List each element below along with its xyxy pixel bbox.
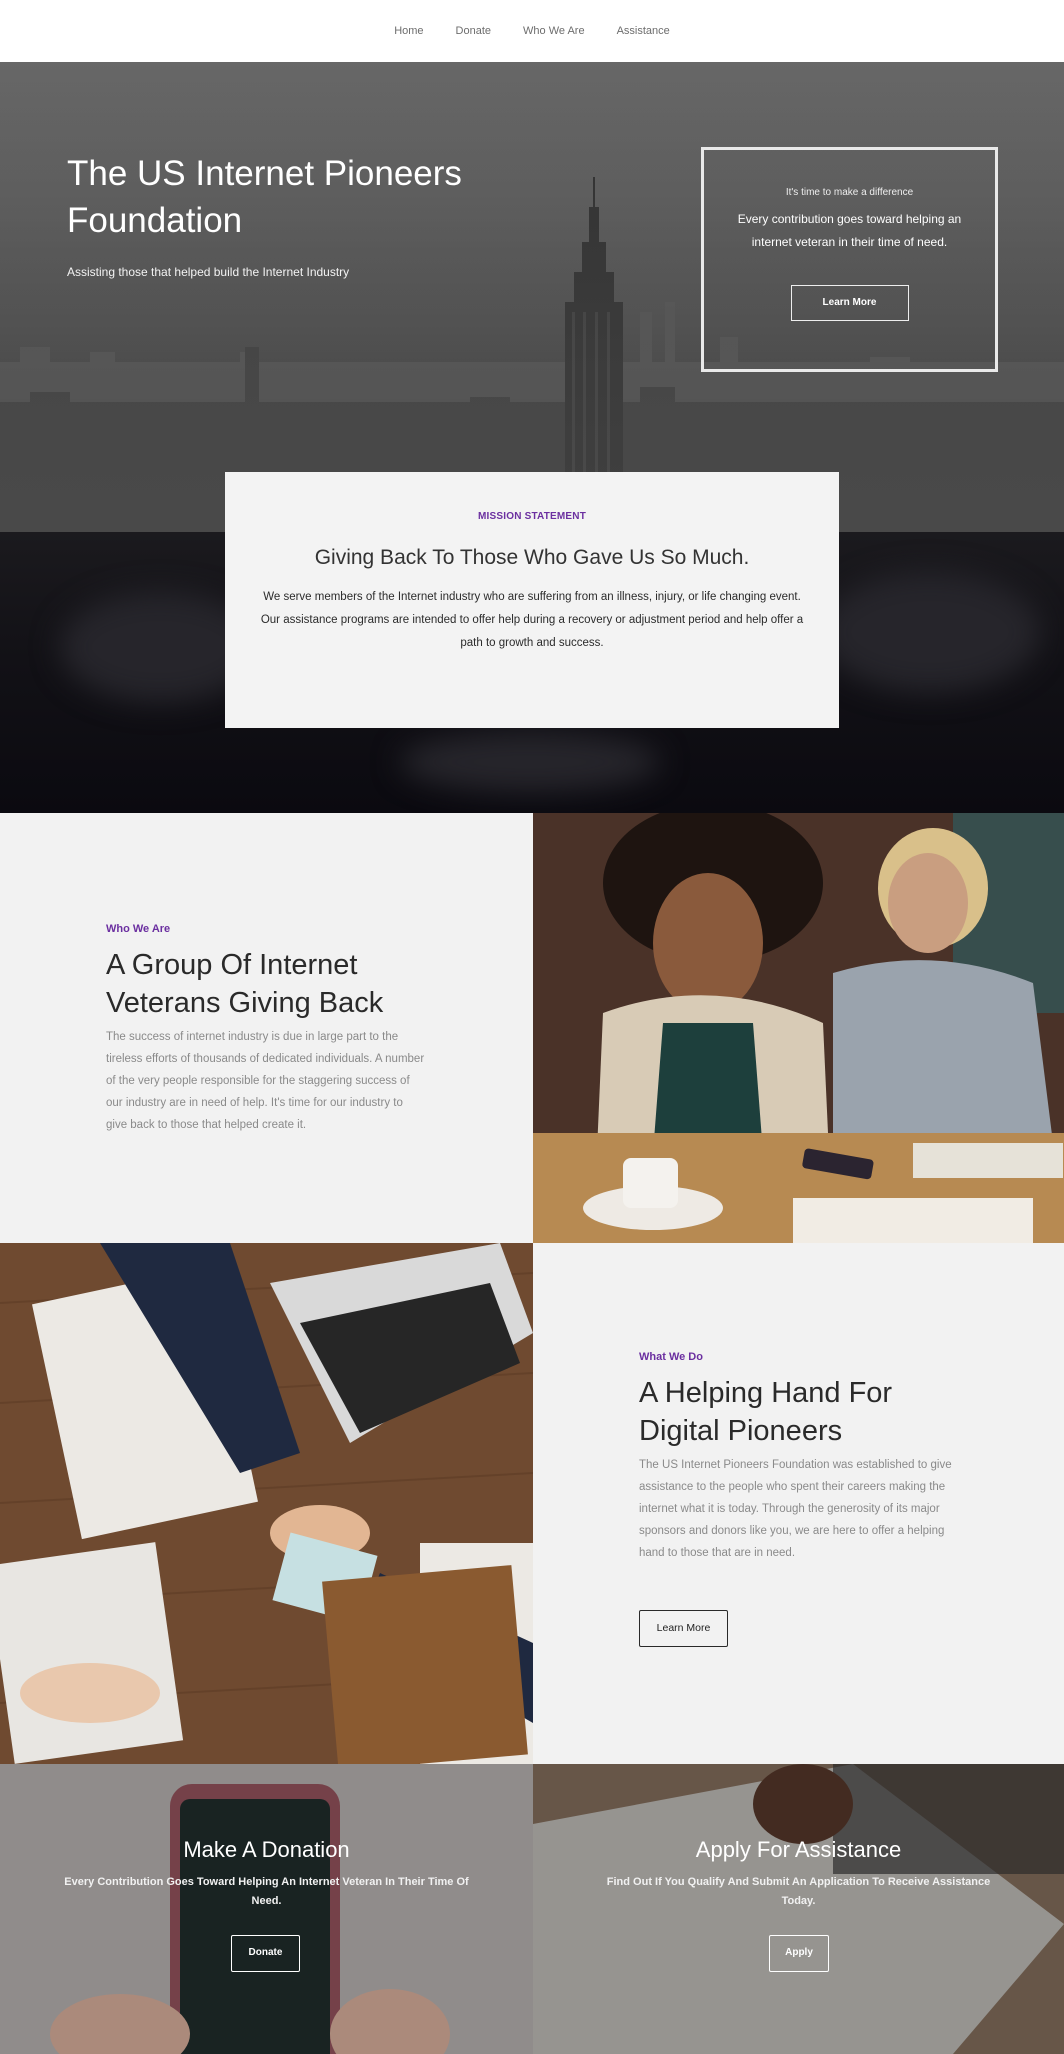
mission-title: Giving Back To Those Who Gave Us So Much… xyxy=(314,546,750,569)
mission-statement-card: MISSION STATEMENT Giving Back To Those W… xyxy=(225,472,839,728)
handshake-illustration xyxy=(0,1243,533,1764)
donation-text: Every Contribution Goes Toward Helping A… xyxy=(64,1876,469,1907)
mission-text: We serve members of the Internet industr… xyxy=(260,591,804,649)
who-we-are-text: The success of internet industry is due … xyxy=(106,1031,425,1131)
what-we-do-learn-more-button[interactable]: Learn More xyxy=(639,1610,728,1647)
nav-item-home[interactable]: Home xyxy=(378,25,439,37)
what-we-do-text: The US Internet Pioneers Foundation was … xyxy=(639,1459,952,1559)
hero-section: The US Internet Pioneers Foundation Assi… xyxy=(0,62,1064,532)
what-we-do-title: A Helping Hand For Digital Pioneers xyxy=(639,1377,893,1447)
callout-text: Every contribution goes toward helping a… xyxy=(737,212,962,249)
background-blur-shape xyxy=(400,732,660,792)
nav-item-who-we-are[interactable]: Who We Are xyxy=(507,25,601,37)
who-we-are-section: Who We Are A Group Of Internet Veterans … xyxy=(0,813,533,1243)
nav-item-assistance[interactable]: Assistance xyxy=(601,25,686,37)
top-navigation: Home Donate Who We Are Assistance xyxy=(0,0,1064,62)
hero-learn-more-button[interactable]: Learn More xyxy=(790,285,909,321)
callout-small-text: It's time to make a difference xyxy=(785,187,914,198)
donate-button[interactable]: Donate xyxy=(231,1935,300,1972)
donation-cta: Make A Donation Every Contribution Goes … xyxy=(0,1764,533,2054)
assistance-title: Apply For Assistance xyxy=(695,1837,902,1862)
hero-subtitle: Assisting those that helped build the In… xyxy=(67,265,350,279)
mission-label: MISSION STATEMENT xyxy=(477,511,587,522)
what-we-do-section: What We Do A Helping Hand For Digital Pi… xyxy=(533,1243,1064,1764)
hero-title: The US Internet Pioneers Foundation xyxy=(67,154,462,240)
assistance-cta: Apply For Assistance Find Out If You Qua… xyxy=(533,1764,1064,2054)
who-we-are-eyebrow: Who We Are xyxy=(106,923,171,935)
team-meeting-illustration xyxy=(533,813,1064,1243)
assistance-text: Find Out If You Qualify And Submit An Ap… xyxy=(606,1876,991,1907)
background-blur-shape xyxy=(820,572,1040,692)
team-meeting-photo xyxy=(533,813,1064,1243)
apply-button[interactable]: Apply xyxy=(769,1935,829,1972)
nav-menu: Home Donate Who We Are Assistance xyxy=(0,0,1064,62)
nav-item-donate[interactable]: Donate xyxy=(440,25,507,37)
who-we-are-title: A Group Of Internet Veterans Giving Back xyxy=(106,949,384,1019)
what-we-do-eyebrow: What We Do xyxy=(639,1351,703,1363)
handshake-photo xyxy=(0,1243,533,1764)
hero-callout-box: It's time to make a difference Every con… xyxy=(701,147,998,372)
donation-title: Make A Donation xyxy=(183,1837,350,1862)
